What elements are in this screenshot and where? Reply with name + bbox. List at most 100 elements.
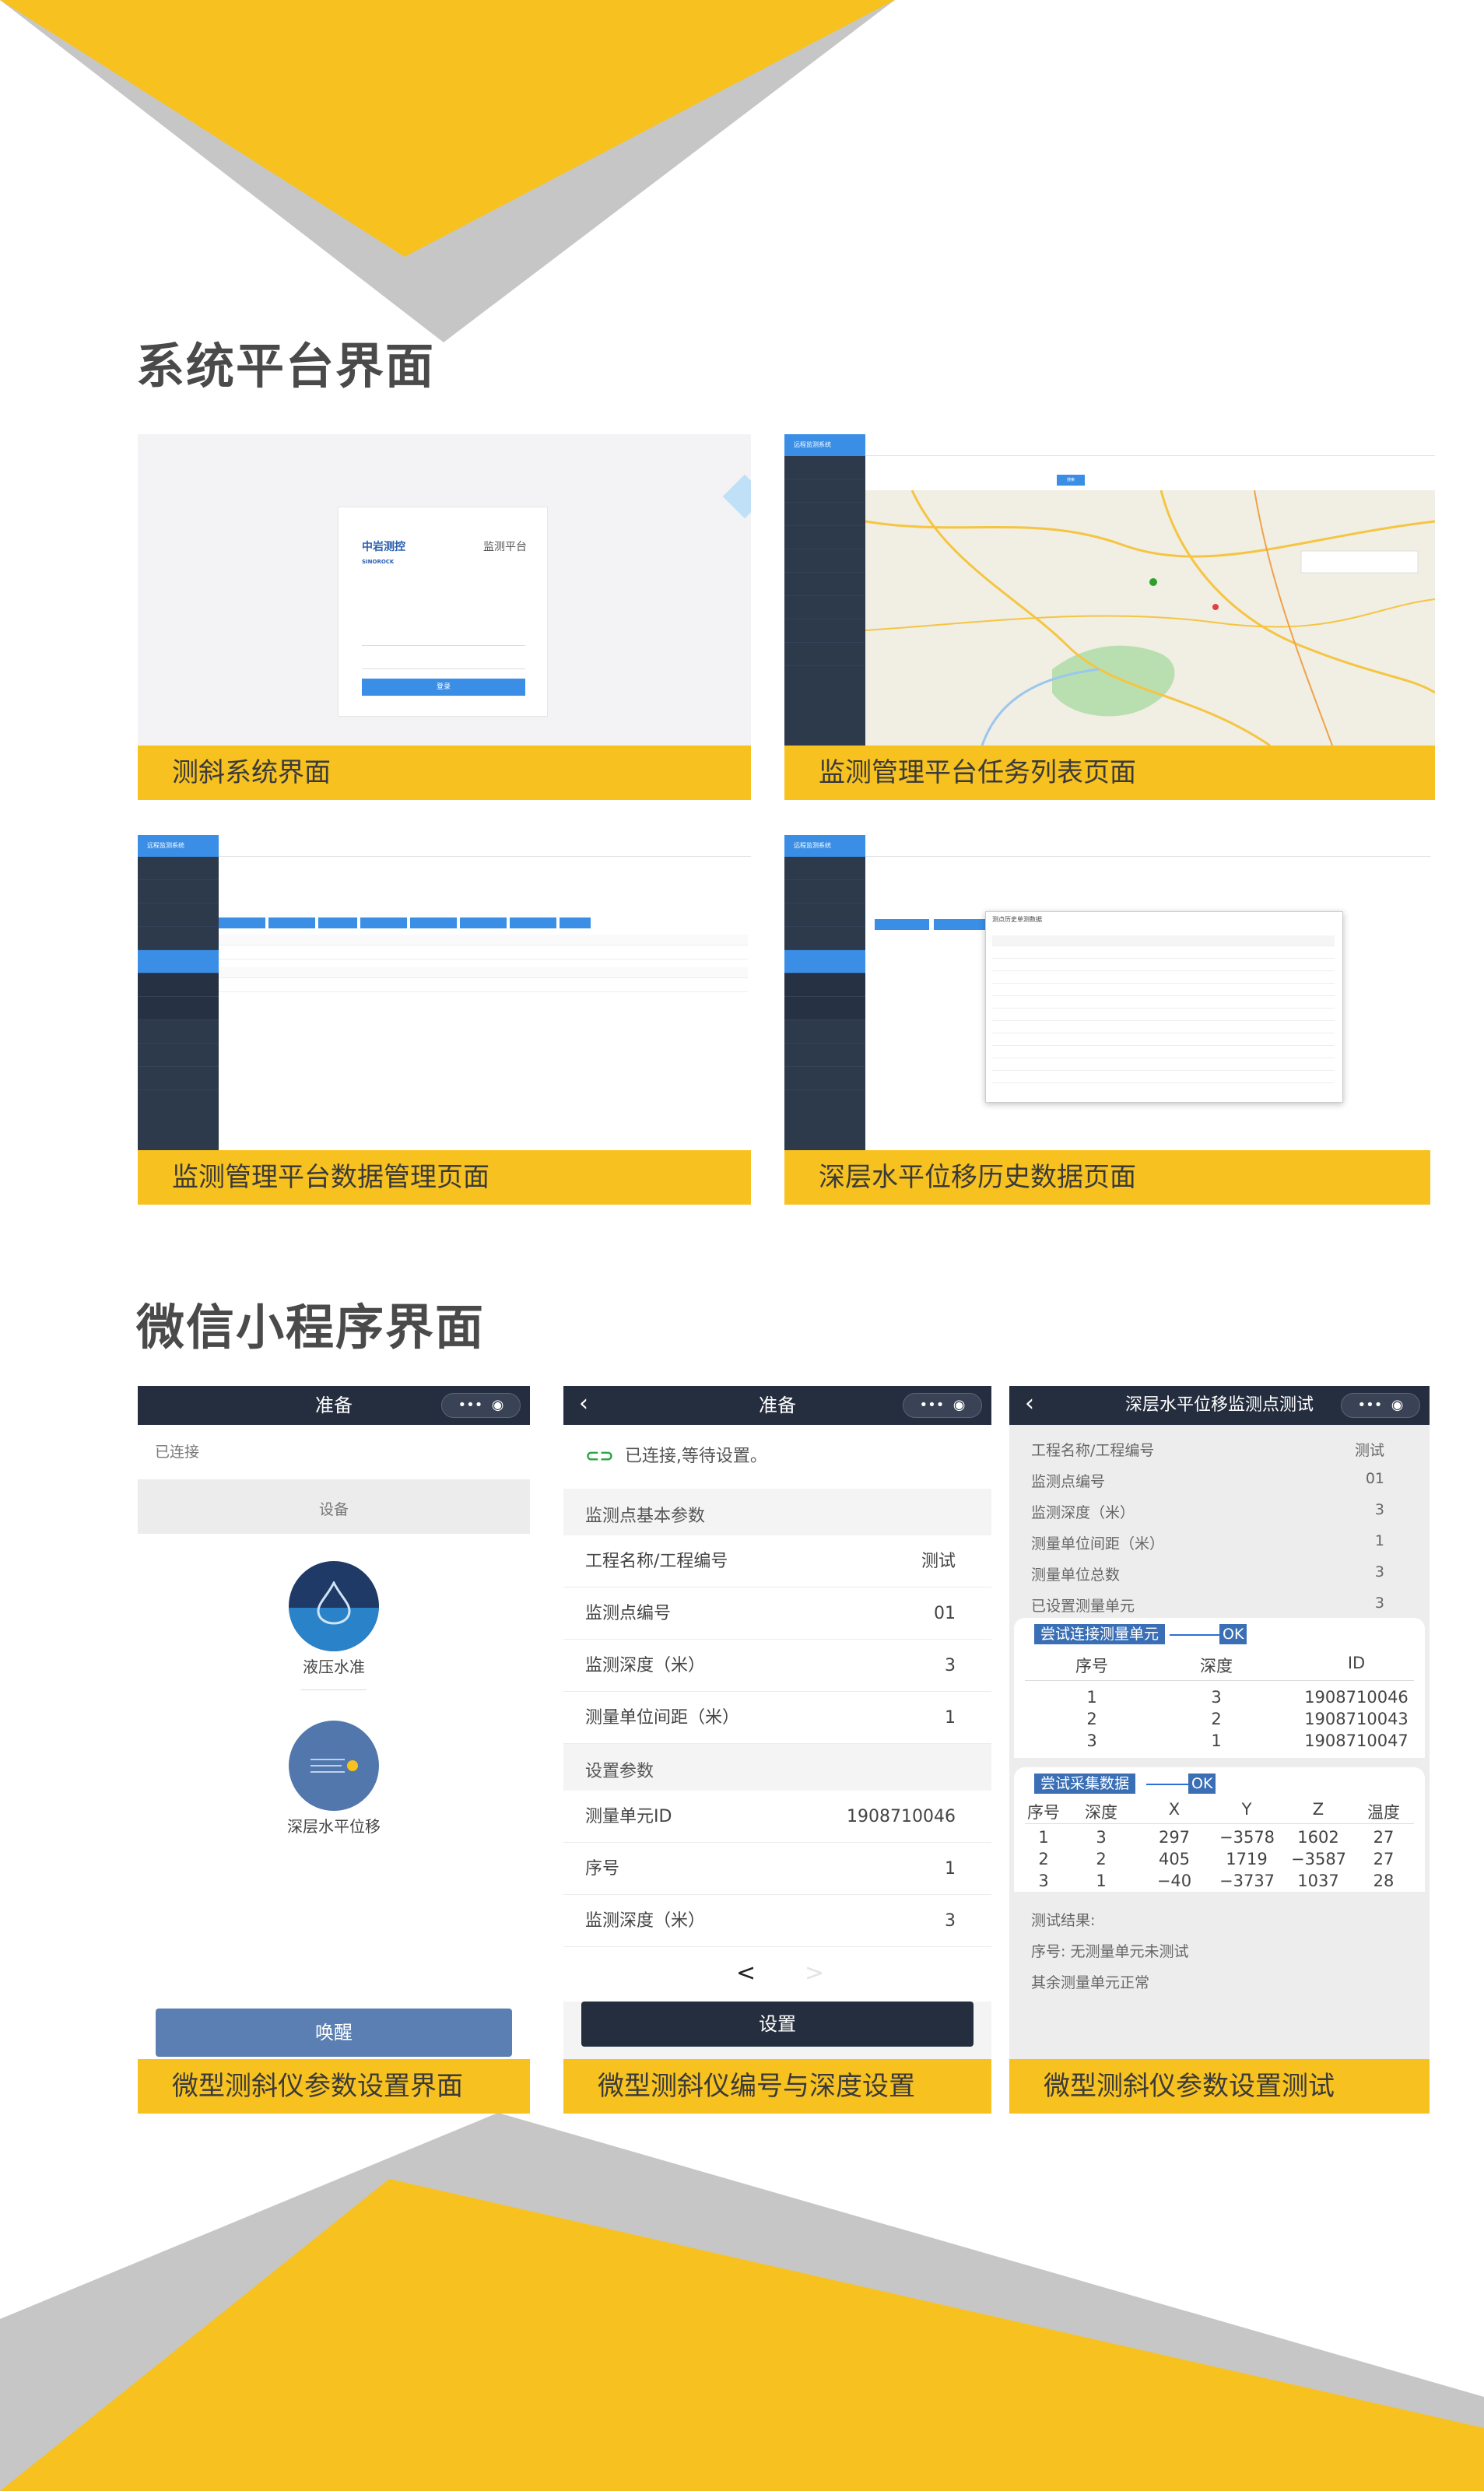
device1-label: 液压水准 — [303, 1658, 365, 1676]
sidebar-item[interactable] — [138, 1067, 219, 1090]
info-row: 测量单位总数 3 — [1031, 1563, 1384, 1584]
table-row[interactable] — [992, 1023, 1335, 1033]
action-button[interactable] — [360, 917, 407, 928]
action-button[interactable] — [560, 917, 591, 928]
login-button[interactable]: 登录 — [362, 679, 525, 696]
table-row[interactable] — [219, 949, 748, 960]
phone-title: 准备 — [315, 1395, 353, 1416]
sidebar-item[interactable] — [784, 619, 865, 643]
sidebar-item[interactable] — [784, 573, 865, 596]
table-row[interactable] — [992, 973, 1335, 984]
back-icon[interactable]: ‹ — [579, 1386, 588, 1422]
phone-nav-bar: 准备 ••• ◉ — [138, 1386, 530, 1425]
sidebar-item[interactable] — [138, 927, 219, 950]
sidebar-item[interactable] — [138, 880, 219, 903]
sidebar-item[interactable] — [784, 1020, 865, 1044]
sidebar-item[interactable] — [784, 927, 865, 950]
hydraulic-level-icon[interactable] — [289, 1561, 379, 1651]
collect-panel: 尝试采集数据 OK 序号 深度 X Y Z 温度 1 3 297 −3578 1… — [1014, 1767, 1425, 1892]
capsule-menu[interactable]: ••• ◉ — [903, 1393, 982, 1418]
sidebar-item[interactable] — [784, 880, 865, 903]
table-row[interactable] — [992, 1072, 1335, 1083]
sidebar-item[interactable] — [784, 1044, 865, 1067]
admin-sidebar: 远程监测系统 — [784, 434, 865, 746]
sidebar-item[interactable] — [784, 503, 865, 526]
deep-displacement-icon[interactable] — [289, 1721, 379, 1811]
info-row: 监测深度（米） 3 — [1031, 1501, 1384, 1521]
password-field[interactable] — [362, 655, 525, 669]
action-button[interactable] — [510, 917, 556, 928]
connect-panel: 尝试连接测量单元 OK 序号 深度 ID 1 3 1908710046 2 2 … — [1014, 1618, 1425, 1758]
sidebar-item[interactable] — [784, 549, 865, 573]
pager: < > — [563, 1947, 991, 2002]
info-row: 测量单位间距（米） 1 — [1031, 1532, 1384, 1552]
connect-tag: 尝试连接测量单元 — [1034, 1624, 1166, 1644]
capsule-menu[interactable]: ••• ◉ — [1341, 1393, 1420, 1418]
pager-prev-button[interactable]: < — [736, 1959, 756, 1987]
search-button[interactable]: 搜索 — [1057, 475, 1085, 486]
sidebar-subitem[interactable] — [784, 974, 865, 997]
sidebar-item[interactable] — [784, 857, 865, 880]
action-button[interactable] — [934, 919, 988, 930]
sidebar-subitem[interactable] — [138, 974, 219, 997]
sidebar-subitem[interactable] — [784, 997, 865, 1020]
side-logo: 远程监测系统 — [784, 434, 865, 456]
param-row[interactable]: 测量单元ID 1908710046 — [563, 1791, 991, 1843]
phone-nav-bar: ‹ 深层水平位移监测点测试 ••• ◉ — [1009, 1386, 1430, 1425]
cell: 1 — [1038, 1828, 1049, 1847]
sidebar-item[interactable] — [784, 1067, 865, 1090]
table-row[interactable] — [992, 1035, 1335, 1046]
sidebar-item[interactable] — [138, 903, 219, 927]
set-button[interactable]: 设置 — [581, 2002, 974, 2047]
sidebar-item[interactable] — [138, 857, 219, 880]
table-row[interactable] — [992, 985, 1335, 996]
sidebar-item-active[interactable] — [138, 950, 219, 974]
table-row[interactable] — [992, 1010, 1335, 1021]
back-icon[interactable]: ‹ — [1025, 1386, 1034, 1422]
sidebar-subitem[interactable] — [138, 997, 219, 1020]
param-row[interactable]: 监测深度（米） 3 — [563, 1895, 991, 1947]
sidebar-item[interactable] — [784, 903, 865, 927]
action-button[interactable] — [460, 917, 507, 928]
table-row[interactable] — [992, 1047, 1335, 1058]
action-button[interactable] — [875, 919, 929, 930]
arrow-line — [1170, 1634, 1219, 1636]
cell: 1 — [1211, 1731, 1222, 1750]
wake-button[interactable]: 唤醒 — [156, 2009, 512, 2057]
param-row[interactable]: 测量单位间距（米） 1 — [563, 1692, 991, 1744]
sidebar-item[interactable] — [784, 456, 865, 479]
link-icon: ⊂⊃ — [585, 1447, 614, 1466]
sidebar-item[interactable] — [784, 596, 865, 619]
connection-status: 已连接 — [138, 1425, 530, 1479]
cell: 1719 — [1226, 1850, 1268, 1868]
side-logo: 远程监测系统 — [138, 835, 219, 857]
col-header: Z — [1312, 1800, 1324, 1819]
action-button[interactable] — [268, 917, 315, 928]
action-button[interactable] — [318, 917, 357, 928]
param-row[interactable]: 监测点编号 01 — [563, 1588, 991, 1640]
capsule-menu[interactable]: ••• ◉ — [441, 1393, 521, 1418]
table-row[interactable] — [992, 1060, 1335, 1071]
sidebar-item[interactable] — [784, 643, 865, 666]
param-row[interactable]: 监测深度（米） 3 — [563, 1640, 991, 1692]
sidebar-item[interactable] — [784, 526, 865, 549]
action-button[interactable] — [410, 917, 457, 928]
table-row[interactable] — [992, 998, 1335, 1009]
username-field[interactable] — [362, 632, 525, 646]
cell: 28 — [1373, 1872, 1395, 1890]
param-row[interactable]: 工程名称/工程编号 测试 — [563, 1535, 991, 1588]
table-row[interactable] — [992, 960, 1335, 971]
action-button[interactable] — [219, 917, 265, 928]
sidebar-item[interactable] — [784, 479, 865, 503]
col-header: 序号 — [1027, 1803, 1060, 1822]
table-row[interactable] — [992, 948, 1335, 959]
map-view[interactable] — [865, 490, 1435, 746]
sidebar-item-active[interactable] — [784, 950, 865, 974]
param-row[interactable]: 序号 1 — [563, 1843, 991, 1895]
cell: 2 — [1086, 1710, 1097, 1728]
sidebar-item[interactable] — [138, 1044, 219, 1067]
divider — [301, 1689, 367, 1690]
sidebar-item[interactable] — [138, 1020, 219, 1044]
pager-next-button[interactable]: > — [805, 1959, 824, 1987]
map-marker — [1149, 578, 1157, 586]
